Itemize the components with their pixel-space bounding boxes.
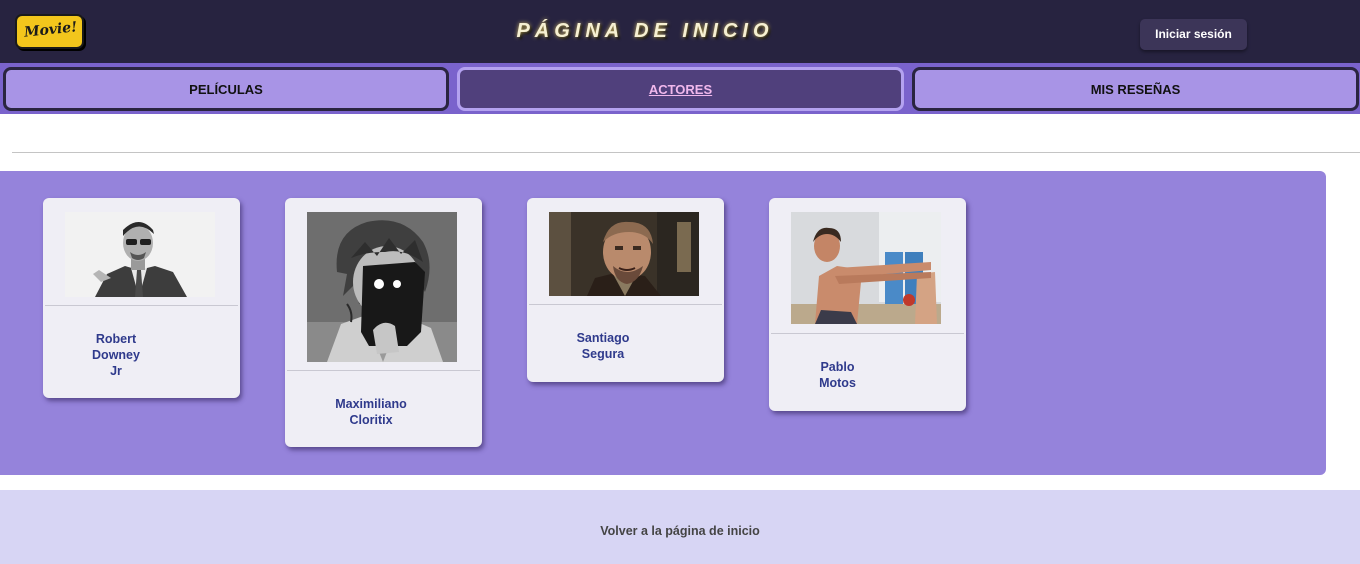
back-home-link[interactable]: Volver a la página de inicio [0,524,1360,538]
card-separator [287,370,480,371]
actor-name-line: Pablo [820,360,855,374]
tab-actores[interactable]: ACTORES [457,67,904,111]
actor-card[interactable]: Pablo Motos [769,198,966,411]
actor-name: Robert Downey Jr [43,331,189,379]
actor-card[interactable]: Robert Downey Jr [43,198,240,398]
actor-photo-portrait [549,212,699,296]
section-divider [12,152,1360,153]
card-separator [529,304,722,305]
actor-name-line: Santiago [576,331,630,345]
card-separator [45,305,238,306]
actor-name: Pablo Motos [769,359,906,391]
actor-name-line: Segura [581,347,625,361]
tab-mis-resenas[interactable]: MIS RESEÑAS [912,67,1359,111]
top-header: Movie! PÁGINA DE INICIO Iniciar sesión [0,0,1360,63]
actor-name-line: Cloritix [349,413,393,427]
login-button[interactable]: Iniciar sesión [1140,19,1247,50]
actor-card[interactable]: Santiago Segura [527,198,724,382]
actor-name-line: Maximiliano [335,397,407,411]
page-title: PÁGINA DE INICIO [516,20,774,42]
footer: Volver a la página de inicio [0,490,1360,564]
actor-name: Maximiliano Cloritix [285,396,457,428]
actor-photo-suit [65,212,215,297]
main-nav: PELÍCULAS ACTORES MIS RESEÑAS [0,63,1360,114]
actor-card[interactable]: Maximiliano Cloritix [285,198,482,447]
actor-name: Santiago Segura [527,330,679,362]
card-separator [771,333,964,334]
actor-photo-masked-illustration [307,212,457,362]
actor-photo-gym [791,212,941,324]
actor-name-line: Robert [95,332,137,346]
actor-name-line: Motos [819,376,856,390]
actor-name-line: Jr [110,364,122,378]
actor-name-line: Downey [92,348,140,362]
tab-peliculas[interactable]: PELÍCULAS [3,67,449,111]
actors-gallery: Robert Downey Jr Maximiliano Cloritix Sa… [0,171,1326,475]
